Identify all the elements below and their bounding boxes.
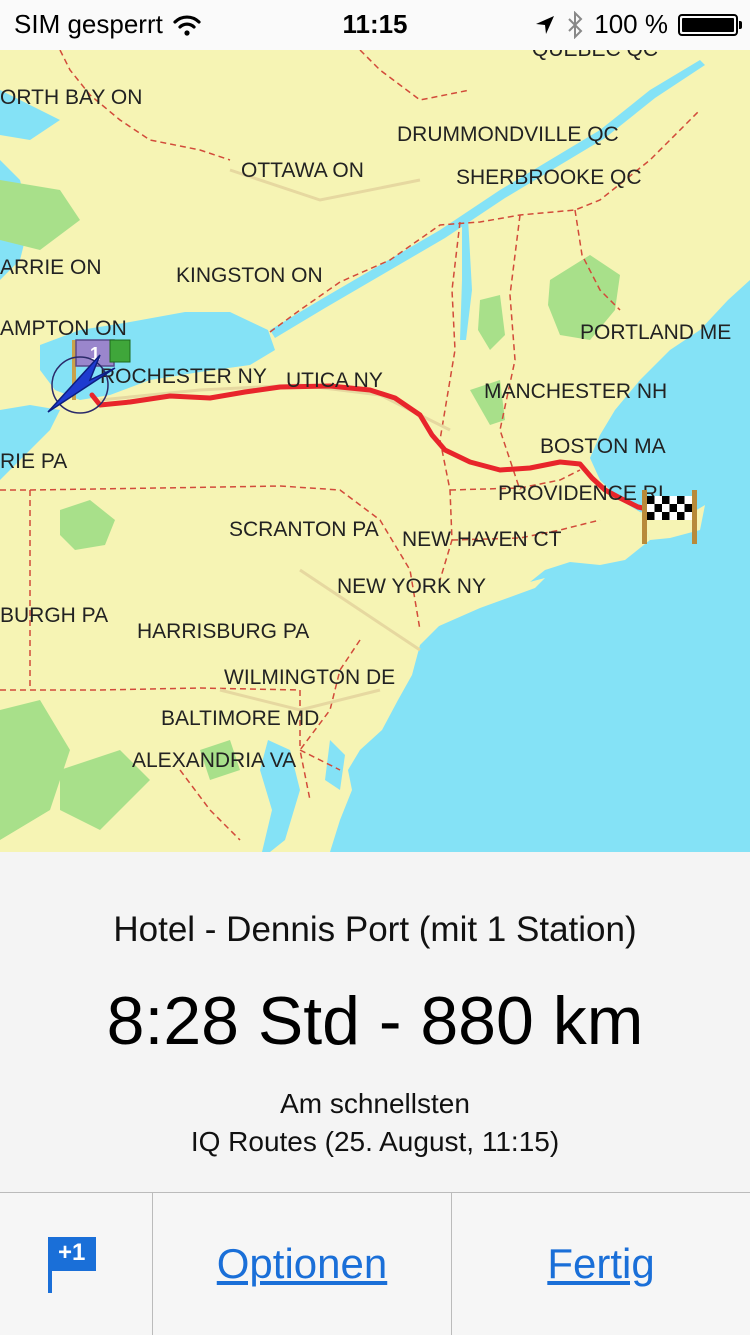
city-label: ALEXANDRIA VA [132,749,296,772]
city-label: ARRIE ON [0,256,102,279]
battery-percent: 100 % [594,9,668,39]
city-label: BOSTON MA [540,435,666,458]
city-label: DRUMMONDVILLE QC [397,123,619,146]
status-bar: SIM gesperrt 11:15 100 % [0,0,750,50]
city-label: QUEBEC QC [532,50,658,61]
city-label: AMPTON ON [0,317,127,340]
location-arrow-icon [536,15,555,34]
map-canvas[interactable]: QUEBEC QC ORTH BAY ON DRUMMONDVILLE QC O… [0,50,750,852]
options-button[interactable]: Optionen [217,1240,387,1288]
city-label: RIE PA [0,450,67,473]
city-label: MANCHESTER NH [484,380,667,403]
city-label: NEW YORK NY [337,575,486,598]
city-label: SCRANTON PA [229,518,379,541]
city-label: PROVIDENCE RI [498,482,664,505]
done-button[interactable]: Fertig [547,1240,654,1288]
city-label: ROCHESTER NY [100,365,267,388]
add-stop-badge: +1 [58,1239,86,1266]
city-label: HARRISBURG PA [137,620,309,643]
route-title: Hotel - Dennis Port (mit 1 Station) [113,910,637,949]
city-label: OTTAWA ON [241,159,364,182]
route-summary: 8:28 Std - 880 km [106,983,644,1059]
bluetooth-icon [568,10,583,39]
city-label: KINGSTON ON [176,264,323,287]
bottom-toolbar: +1 Optionen Fertig [0,1192,750,1335]
city-label: ORTH BAY ON [0,86,142,109]
city-label: SHERBROOKE QC [456,166,642,189]
city-label: BURGH PA [0,604,108,627]
traffic-info: IQ Routes (25. August, 11:15) [190,1126,560,1157]
city-label: NEW HAVEN CT [402,528,562,551]
done-cell: Fertig [452,1193,750,1335]
route-info-panel: Hotel - Dennis Port (mit 1 Station) 8:28… [0,852,750,1192]
add-stop-cell: +1 [0,1193,153,1335]
options-cell: Optionen [153,1193,452,1335]
add-stop-button[interactable]: +1 [46,1233,106,1295]
route-map[interactable]: QUEBEC QC ORTH BAY ON DRUMMONDVILLE QC O… [0,50,750,852]
city-label: PORTLAND ME [580,321,731,344]
route-mode: Am schnellsten [280,1088,470,1119]
city-label: BALTIMORE MD [161,707,319,730]
battery-icon [678,13,742,36]
city-label: UTICA NY [286,369,383,392]
city-label: WILMINGTON DE [224,666,395,689]
